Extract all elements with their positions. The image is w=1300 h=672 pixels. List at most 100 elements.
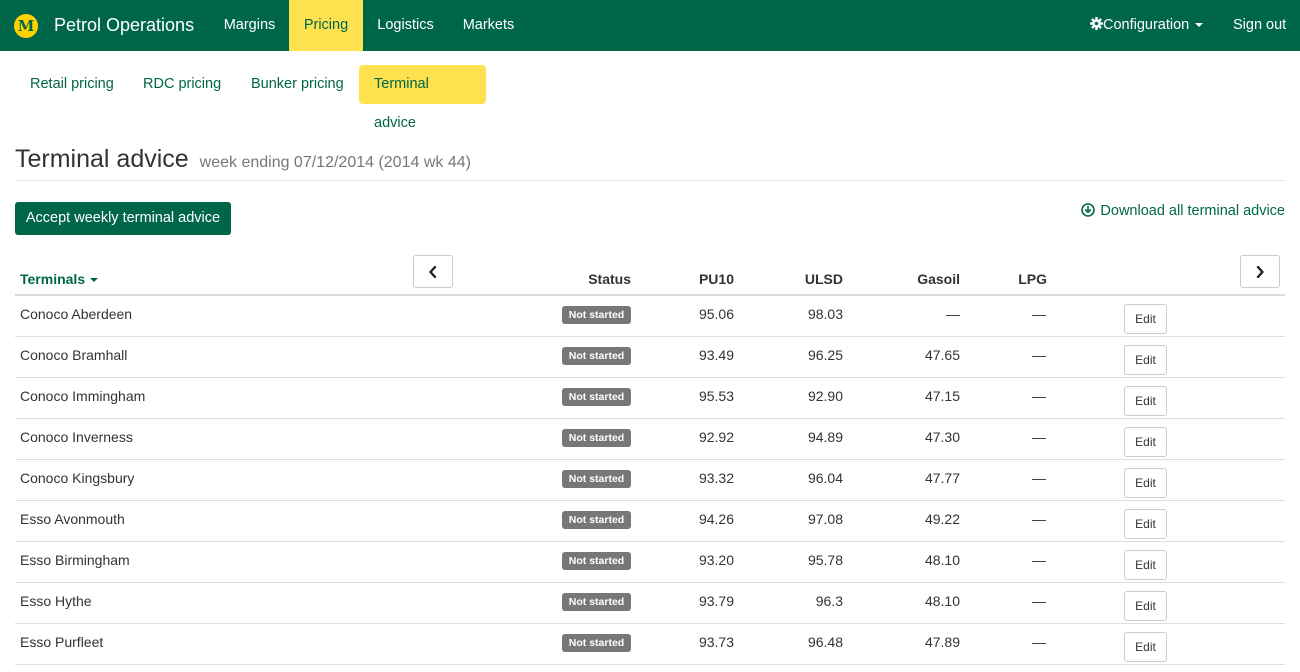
chevron-right-icon [1256,266,1264,278]
download-link-label: Download all terminal advice [1100,203,1285,219]
table-row: Conoco Bramhall Not started 93.49 96.25 47.6… [15,337,1285,378]
next-page-button[interactable] [1240,255,1280,288]
status-badge: Not started [562,593,631,611]
terminal-name: Conoco Aberdeen [20,306,133,322]
brand-title[interactable]: Petrol Operations [54,15,194,36]
gasoil-value: 47.15 [924,388,960,404]
column-header-gasoil: Gasoil [917,271,960,287]
edit-button[interactable]: Edit [1124,304,1167,334]
gasoil-value: — [946,306,960,322]
download-circle-icon [1081,203,1096,217]
lpg-value: — [1032,593,1046,609]
table-row: Conoco Immingham Not started 95.53 92.90 47.… [15,378,1285,419]
lpg-value: — [1032,347,1046,363]
subnav-retail-pricing[interactable]: Retail pricing [15,65,129,104]
lpg-value: — [1032,306,1046,322]
ulsd-value: 98.03 [807,306,843,322]
header-divider [15,180,1285,181]
column-header-status: Status [588,271,631,287]
pu10-value: 93.79 [698,593,734,609]
subnav-bunker-pricing[interactable]: Bunker pricing [236,65,359,104]
nav-markets[interactable]: Markets [448,0,529,51]
nav-pricing[interactable]: Pricing [289,0,363,51]
column-header-lpg: LPG [1018,271,1047,287]
ulsd-value: 92.90 [807,388,843,404]
gasoil-value: 47.30 [924,429,960,445]
terminals-header-label: Terminals [20,271,86,287]
status-badge: Not started [562,511,631,529]
configuration-label: Configuration [1103,17,1190,33]
lpg-value: — [1032,388,1046,404]
gasoil-value: 49.22 [924,511,960,527]
subnav-terminal-advice[interactable]: Terminal advice [359,65,486,131]
edit-button[interactable]: Edit [1124,468,1167,498]
lpg-value: — [1032,634,1046,650]
terminal-name: Conoco Inverness [20,429,133,445]
gear-icon [1090,17,1103,30]
morrisons-logo-icon[interactable]: M [14,14,38,38]
ulsd-value: 94.89 [807,429,843,445]
table-row: Esso Hythe Not started 93.79 96.3 48.10 — Edit [15,583,1285,624]
sign-out-link[interactable]: Sign out [1233,0,1286,51]
table-row: Conoco Inverness Not started 92.92 94.89 47.… [15,419,1285,460]
terminal-name: Conoco Kingsbury [20,470,135,486]
lpg-value: — [1032,470,1046,486]
edit-button[interactable]: Edit [1124,509,1167,539]
status-badge: Not started [562,634,631,652]
terminal-name: Esso Hythe [20,593,92,609]
terminal-name: Esso Purfleet [20,634,104,650]
ulsd-value: 97.08 [807,511,843,527]
table-row: Esso Avonmouth Not started 94.26 97.08 49.22… [15,501,1285,542]
column-header-pu10: PU10 [698,271,734,287]
page-subtitle: week ending 07/12/2014 (2014 wk 44) [199,154,471,171]
lpg-value: — [1032,552,1046,568]
lpg-value: — [1032,511,1046,527]
previous-page-button[interactable] [413,255,453,288]
table-row: Esso Purfleet Not started 93.73 96.48 47.89 —… [15,624,1285,665]
column-header-ulsd: ULSD [804,271,843,287]
gasoil-value: 48.10 [924,593,960,609]
edit-button[interactable]: Edit [1124,427,1167,457]
terminal-name: Conoco Bramhall [20,347,128,363]
status-badge: Not started [562,470,631,488]
edit-button[interactable]: Edit [1124,591,1167,621]
table-row: Conoco Aberdeen Not started 95.06 98.03 — — Ed… [15,296,1285,337]
pu10-value: 93.20 [698,552,734,568]
gasoil-value: 47.89 [924,634,960,650]
terminal-name: Esso Avonmouth [20,511,125,527]
download-all-terminal-advice-link[interactable]: Download all terminal advice [1081,203,1285,219]
table-row: Conoco Kingsbury Not started 93.32 96.04 47.… [15,460,1285,501]
nav-margins[interactable]: Margins [210,0,289,51]
sort-caret-icon [90,278,99,283]
ulsd-value: 96.25 [807,347,843,363]
pu10-value: 95.06 [698,306,734,322]
nav-logistics[interactable]: Logistics [363,0,448,51]
pu10-value: 93.32 [698,470,734,486]
page-title: Terminal advice week ending 07/12/2014 (… [15,145,471,174]
edit-button[interactable]: Edit [1124,386,1167,416]
chevron-left-icon [429,266,437,278]
edit-button[interactable]: Edit [1124,632,1167,662]
lpg-value: — [1032,429,1046,445]
status-badge: Not started [562,552,631,570]
edit-button[interactable]: Edit [1124,345,1167,375]
accept-weekly-terminal-advice-button[interactable]: Accept weekly terminal advice [15,202,231,235]
column-header-terminals[interactable]: Terminals [20,271,99,287]
ulsd-value: 96.3 [815,593,843,609]
table-row: Esso Birmingham Not started 93.20 95.78 48.1… [15,542,1285,583]
subnav-rdc-pricing[interactable]: RDC pricing [128,65,236,104]
status-badge: Not started [562,306,631,324]
configuration-menu[interactable]: Configuration [1090,0,1204,51]
top-navbar: M Petrol Operations Margins Pricing Logi… [0,0,1300,51]
terminal-name: Conoco Immingham [20,388,146,404]
status-badge: Not started [562,429,631,447]
pu10-value: 94.26 [698,511,734,527]
edit-button[interactable]: Edit [1124,550,1167,580]
gasoil-value: 47.77 [924,470,960,486]
status-badge: Not started [562,388,631,406]
chevron-down-icon [1195,23,1204,28]
pu10-value: 93.73 [698,634,734,650]
terminal-name: Esso Birmingham [20,552,130,568]
page-title-text: Terminal advice [15,145,189,173]
status-badge: Not started [562,347,631,365]
